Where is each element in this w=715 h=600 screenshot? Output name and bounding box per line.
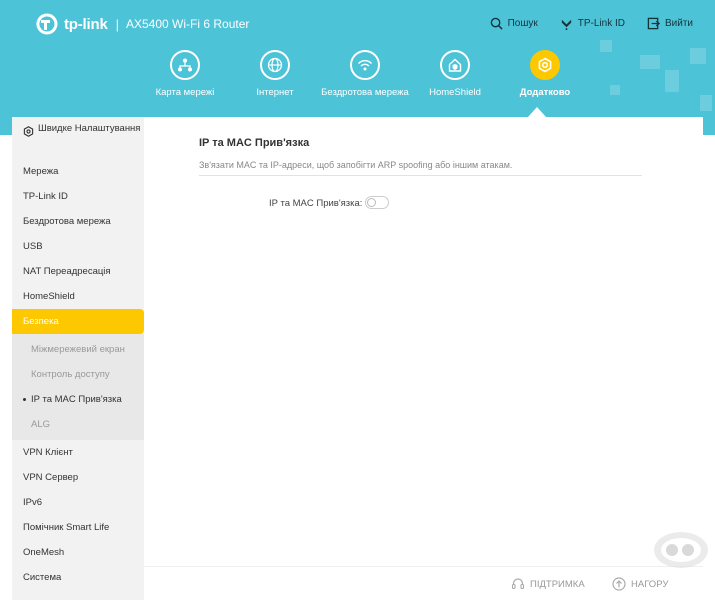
back-to-top-label: НАГОРУ bbox=[631, 578, 669, 590]
submenu-item-firewall[interactable]: Міжмережевий екран bbox=[12, 337, 144, 362]
sidebar-item-vpn-server[interactable]: VPN Сервер bbox=[12, 465, 144, 490]
toggle-knob bbox=[367, 198, 376, 207]
top-actions: Пошук TP-Link ID Вийти bbox=[490, 17, 693, 30]
decor-pixel bbox=[690, 48, 706, 64]
sidebar-item-network[interactable]: Мережа bbox=[12, 159, 144, 184]
nav-homeshield[interactable]: HomeShield bbox=[410, 50, 500, 98]
support-label: ПІДТРИМКА bbox=[530, 578, 585, 590]
sidebar-item-vpn-client[interactable]: VPN Клієнт bbox=[12, 440, 144, 465]
watermark-logo bbox=[654, 532, 708, 568]
tplink-id-icon bbox=[561, 19, 571, 30]
sidebar-item-nat-forwarding[interactable]: NAT Переадресація bbox=[12, 259, 144, 284]
sidebar-item-label: Швидке Налаштування bbox=[38, 123, 141, 134]
gear-icon bbox=[530, 50, 560, 80]
nav-label: Додатково bbox=[519, 87, 571, 98]
footer: ПІДТРИМКА НАГОРУ bbox=[144, 566, 703, 600]
main-nav: Карта мережі Інтернет Бездротова мережа … bbox=[140, 50, 590, 98]
search-label: Пошук bbox=[507, 18, 538, 29]
ip-mac-binding-label: IP та MAC Прив'язка: bbox=[269, 198, 363, 209]
divider bbox=[199, 175, 642, 176]
search-button[interactable]: Пошук bbox=[490, 17, 538, 30]
nav-label: HomeShield bbox=[429, 87, 481, 98]
search-icon bbox=[490, 17, 503, 30]
model-name: AX5400 Wi-Fi 6 Router bbox=[125, 17, 250, 31]
submenu-item-access-control[interactable]: Контроль доступу bbox=[12, 362, 144, 387]
tplink-logo-icon bbox=[36, 13, 58, 35]
sidebar-item-smart-life[interactable]: Помічник Smart Life bbox=[12, 515, 144, 540]
sidebar-item-tplink-id[interactable]: TP-Link ID bbox=[12, 184, 144, 209]
nav-label: Карта мережі bbox=[155, 87, 215, 98]
sidebar-item-system[interactable]: Система bbox=[12, 565, 144, 590]
globe-icon bbox=[260, 50, 290, 80]
headset-icon bbox=[511, 578, 525, 590]
nav-advanced[interactable]: Додатково bbox=[500, 50, 590, 98]
decor-pixel bbox=[665, 70, 679, 92]
submenu-item-ip-mac-binding[interactable]: IP та MAC Прив'язка bbox=[12, 387, 144, 412]
nav-label: Інтернет bbox=[256, 87, 294, 98]
decor-pixel bbox=[640, 55, 660, 69]
sidebar-item-security[interactable]: Безпека bbox=[12, 309, 144, 334]
arrow-up-circle-icon bbox=[612, 577, 626, 591]
sidebar-item-onemesh[interactable]: OneMesh bbox=[12, 540, 144, 565]
page-title: IP та MAC Прив'язка bbox=[199, 137, 310, 149]
quick-setup-icon bbox=[23, 126, 34, 137]
header-bar: tp-link | AX5400 Wi-Fi 6 Router Пошук TP… bbox=[0, 0, 715, 135]
network-map-icon bbox=[170, 50, 200, 80]
sidebar-item-quick-setup[interactable]: Швидке Налаштування bbox=[12, 117, 144, 159]
tplink-id-label: TP-Link ID bbox=[577, 18, 625, 29]
sidebar-item-ipv6[interactable]: IPv6 bbox=[12, 490, 144, 515]
brand-name: tp-link bbox=[64, 15, 108, 33]
nav-network-map[interactable]: Карта мережі bbox=[140, 50, 230, 98]
logout-icon bbox=[647, 17, 660, 30]
home-shield-icon bbox=[440, 50, 470, 80]
sidebar: Швидке Налаштування Мережа TP-Link ID Бе… bbox=[12, 117, 144, 600]
logout-button[interactable]: Вийти bbox=[647, 17, 693, 30]
main-panel: IP та MAC Прив'язка Зв'язати MAC та IP-а… bbox=[144, 117, 703, 566]
decor-pixel bbox=[600, 40, 612, 52]
nav-internet[interactable]: Інтернет bbox=[230, 50, 320, 98]
submenu-item-alg[interactable]: ALG bbox=[12, 412, 144, 437]
wifi-icon bbox=[350, 50, 380, 80]
nav-wireless[interactable]: Бездротова мережа bbox=[320, 50, 410, 98]
ip-mac-binding-toggle[interactable] bbox=[365, 196, 389, 209]
back-to-top-link[interactable]: НАГОРУ bbox=[612, 577, 668, 591]
logout-label: Вийти bbox=[664, 18, 693, 29]
tplink-logo: tp-link | AX5400 Wi-Fi 6 Router bbox=[36, 13, 249, 35]
sidebar-item-wireless[interactable]: Бездротова мережа bbox=[12, 209, 144, 234]
logo-separator: | bbox=[115, 16, 119, 32]
security-submenu: Міжмережевий екран Контроль доступу IP т… bbox=[12, 334, 144, 440]
nav-label: Бездротова мережа bbox=[321, 87, 409, 98]
tplink-id-button[interactable]: TP-Link ID bbox=[560, 17, 625, 30]
decor-pixel bbox=[610, 85, 620, 95]
active-nav-pointer bbox=[528, 107, 546, 117]
sidebar-item-homeshield[interactable]: HomeShield bbox=[12, 284, 144, 309]
sidebar-item-usb[interactable]: USB bbox=[12, 234, 144, 259]
support-link[interactable]: ПІДТРИМКА bbox=[511, 577, 585, 591]
page-description: Зв'язати MAC та IP-адреси, щоб запобігти… bbox=[199, 160, 513, 170]
decor-pixel bbox=[700, 95, 712, 111]
